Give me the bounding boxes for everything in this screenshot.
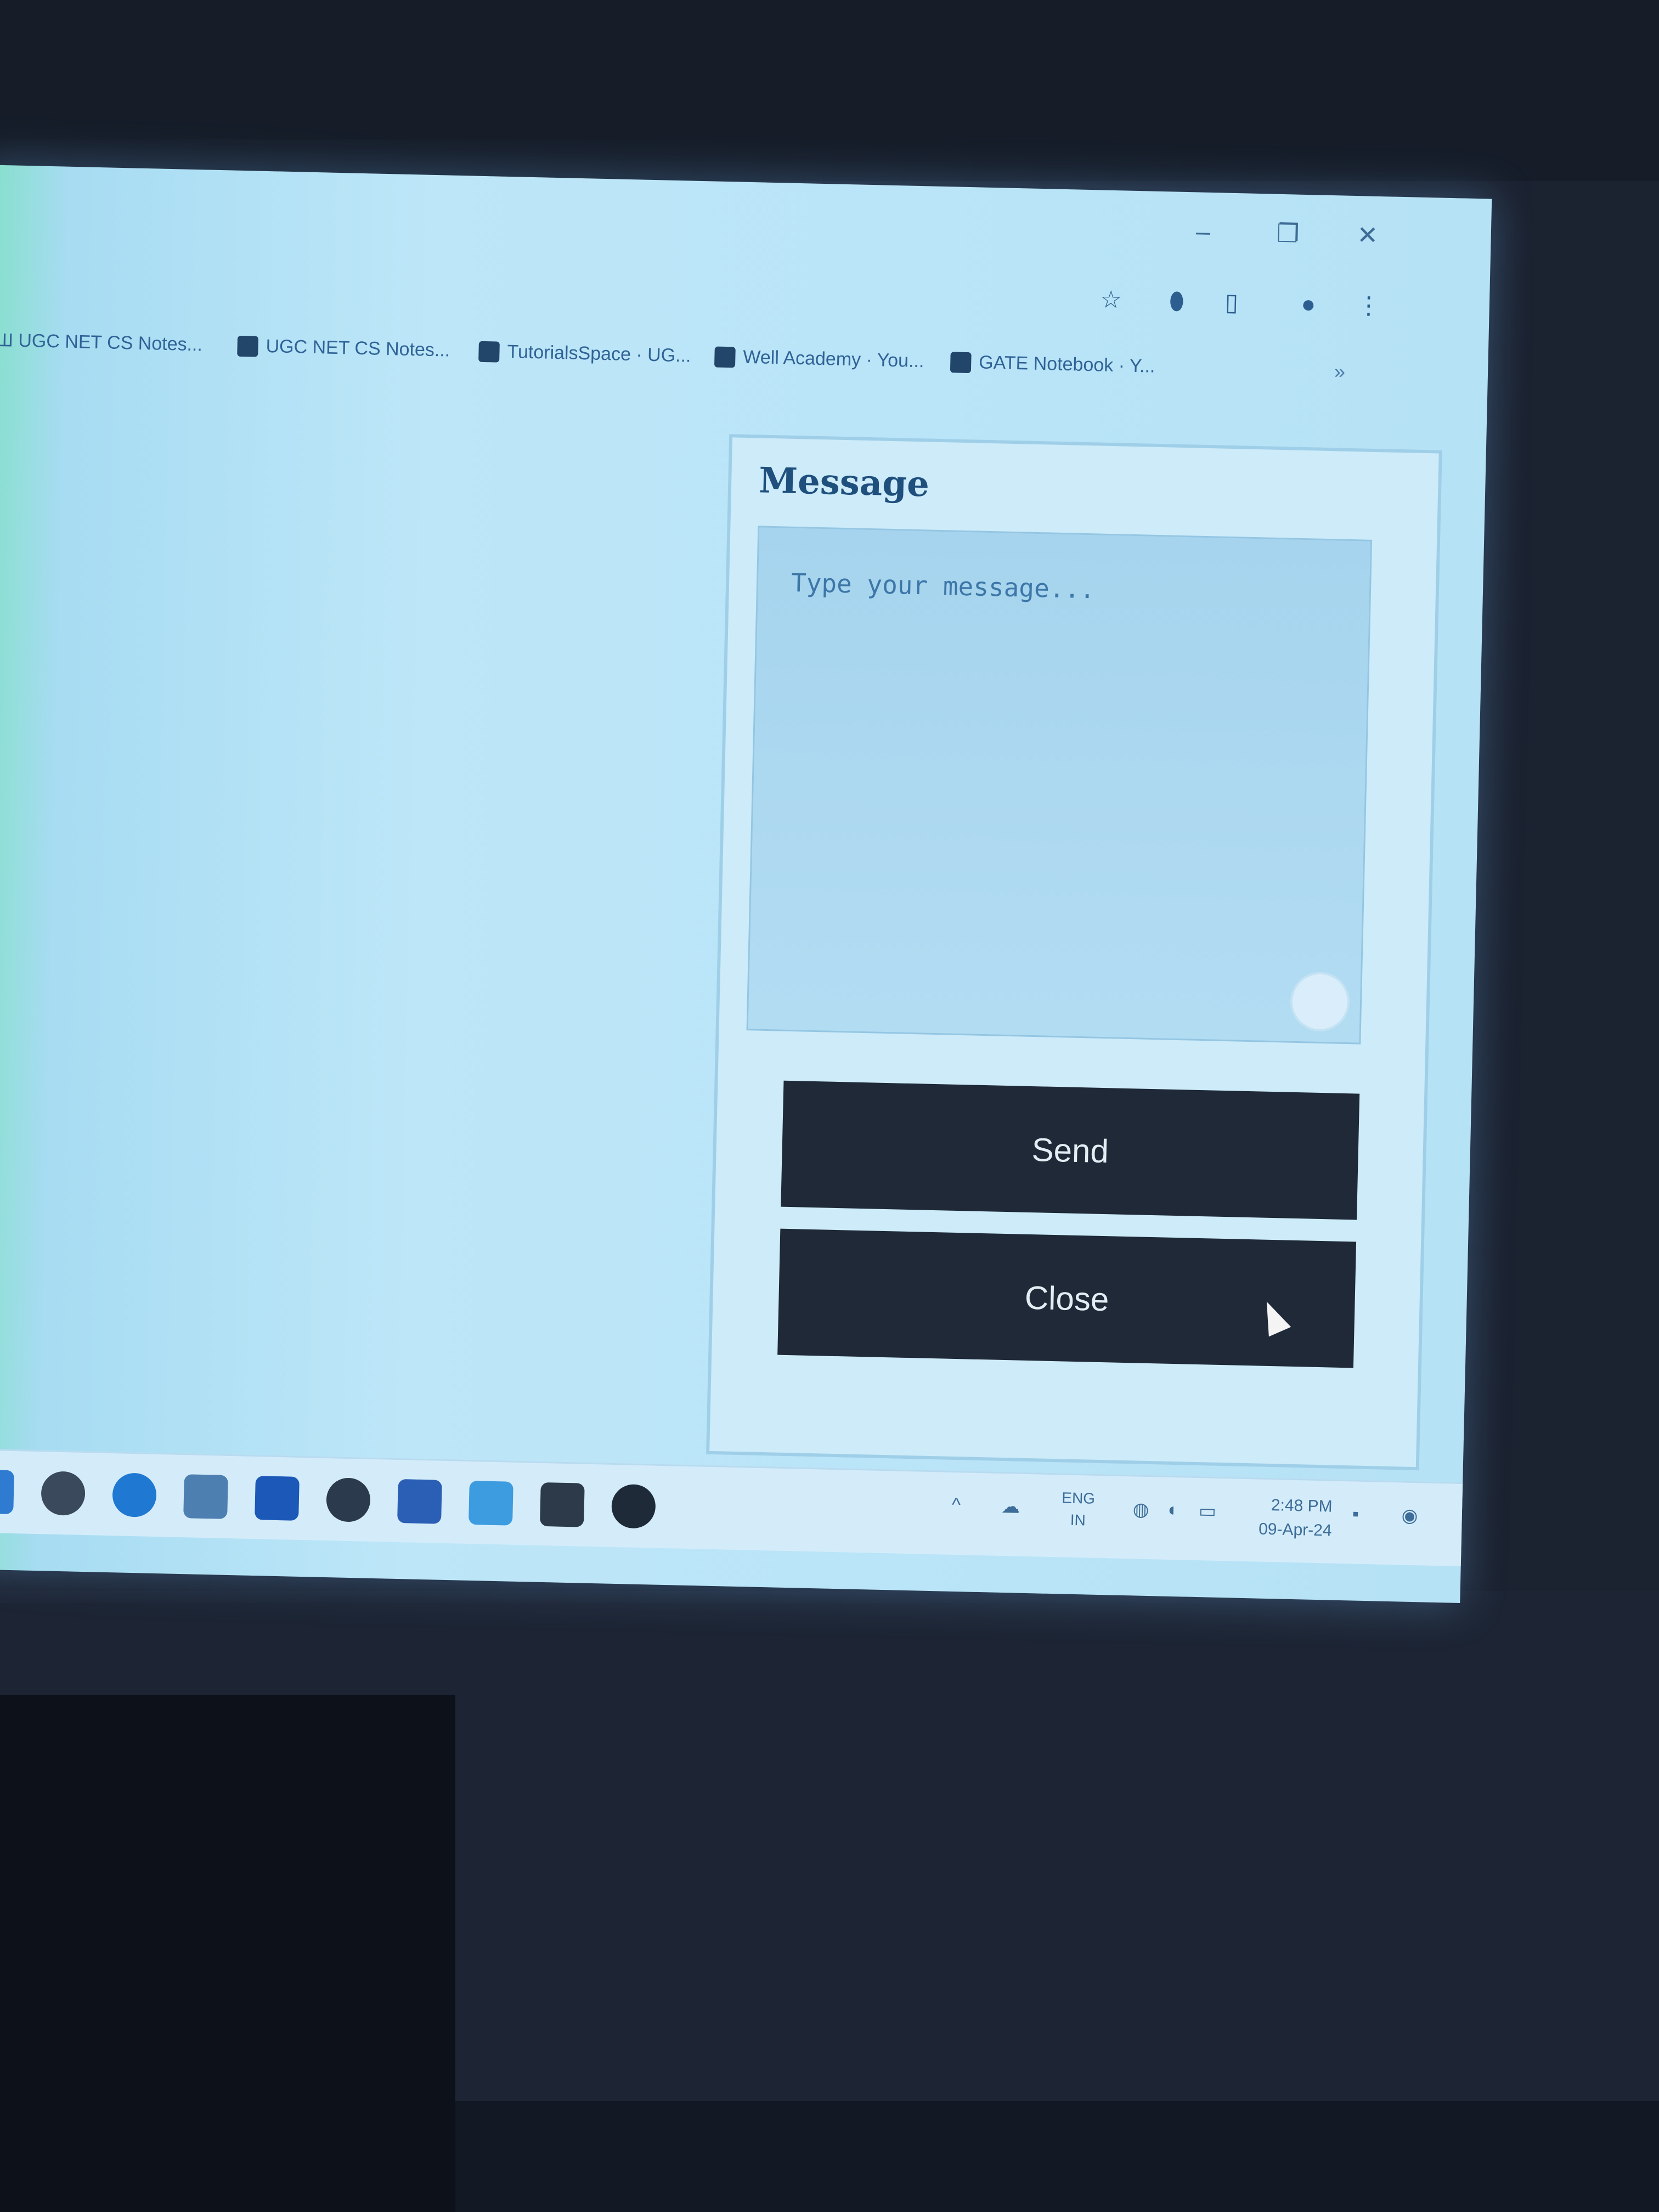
tray-chevron-icon[interactable]: ^: [952, 1494, 961, 1516]
notification-icon[interactable]: ▪: [1352, 1503, 1359, 1525]
message-title: Message: [758, 460, 930, 505]
desk-object: [0, 1695, 455, 2212]
minimize-button[interactable]: –: [1183, 212, 1223, 251]
clock-time: 2:48 PM: [1271, 1496, 1333, 1516]
app-icon[interactable]: [326, 1477, 371, 1522]
bookmark-item[interactable]: TutorialsSpace · UG...: [478, 341, 691, 367]
vscode-icon[interactable]: [468, 1480, 514, 1526]
bookmark-item[interactable]: Ш UGC NET CS Notes...: [0, 330, 202, 356]
close-window-button[interactable]: ✕: [1348, 216, 1387, 255]
language-indicator[interactable]: ENG IN: [1061, 1487, 1095, 1531]
edge-icon[interactable]: [112, 1472, 157, 1517]
bookmark-label: Ш UGC NET CS Notes...: [0, 329, 203, 356]
maximize-button[interactable]: ❐: [1268, 213, 1308, 253]
bookmark-item[interactable]: UGC NET CS Notes...: [237, 335, 450, 362]
message-panel: Message Send Close: [706, 434, 1442, 1471]
clock-date: 09-Apr-24: [1258, 1520, 1332, 1540]
message-input[interactable]: [746, 526, 1373, 1045]
store-icon[interactable]: [255, 1476, 300, 1521]
app2-icon[interactable]: [539, 1482, 585, 1527]
vs-icon[interactable]: [397, 1479, 442, 1524]
page-content: Message Send Close: [0, 373, 1487, 1477]
bookmark-favicon-icon: [237, 335, 259, 357]
bookmark-item[interactable]: GATE Notebook · Y...: [950, 351, 1155, 377]
screen: – ❐ ✕ ☆ ⬮ ▯ ● ⋮ Ш UGC NET CS Notes... UG…: [0, 165, 1492, 1603]
bookmark-favicon-icon: [950, 351, 972, 373]
monitor-bezel-top: [0, 0, 1659, 181]
file-explorer-icon[interactable]: [0, 1469, 15, 1515]
bookmark-label: TutorialsSpace · UG...: [507, 341, 691, 366]
close-button[interactable]: Close: [777, 1228, 1357, 1368]
onedrive-icon[interactable]: ☁: [1001, 1496, 1020, 1518]
volume-icon[interactable]: ◖: [1165, 1499, 1177, 1521]
bookmark-label: GATE Notebook · Y...: [978, 352, 1155, 377]
chrome-icon[interactable]: [41, 1471, 86, 1516]
send-button[interactable]: Send: [781, 1080, 1360, 1220]
bookmark-label: UGC NET CS Notes...: [266, 335, 450, 361]
menu-icon[interactable]: ⋮: [1352, 289, 1385, 323]
bookmark-label: Well Academy · You...: [742, 346, 924, 372]
bookmark-favicon-icon: [478, 341, 500, 363]
sidepanel-icon[interactable]: ▯: [1215, 286, 1248, 319]
language-bottom: IN: [1070, 1511, 1086, 1529]
notepad-icon[interactable]: [183, 1474, 228, 1519]
clock[interactable]: 2:48 PM 09-Apr-24: [1259, 1493, 1333, 1543]
action-center-icon[interactable]: ◉: [1401, 1505, 1418, 1527]
network-icon[interactable]: ◍: [1132, 1498, 1149, 1521]
monitor-stand: [455, 2101, 1659, 2212]
extension-icon[interactable]: ⬮: [1160, 285, 1193, 318]
battery-icon[interactable]: ▭: [1198, 1500, 1216, 1522]
bookmark-item[interactable]: Well Academy · You...: [714, 346, 924, 373]
language-top: ENG: [1062, 1489, 1096, 1507]
bookmark-favicon-icon: [714, 346, 736, 368]
profile-icon[interactable]: ●: [1291, 287, 1325, 321]
bookmarks-overflow-icon[interactable]: »: [1334, 360, 1346, 383]
star-icon[interactable]: ☆: [1094, 283, 1127, 317]
obs-icon[interactable]: [611, 1483, 656, 1529]
